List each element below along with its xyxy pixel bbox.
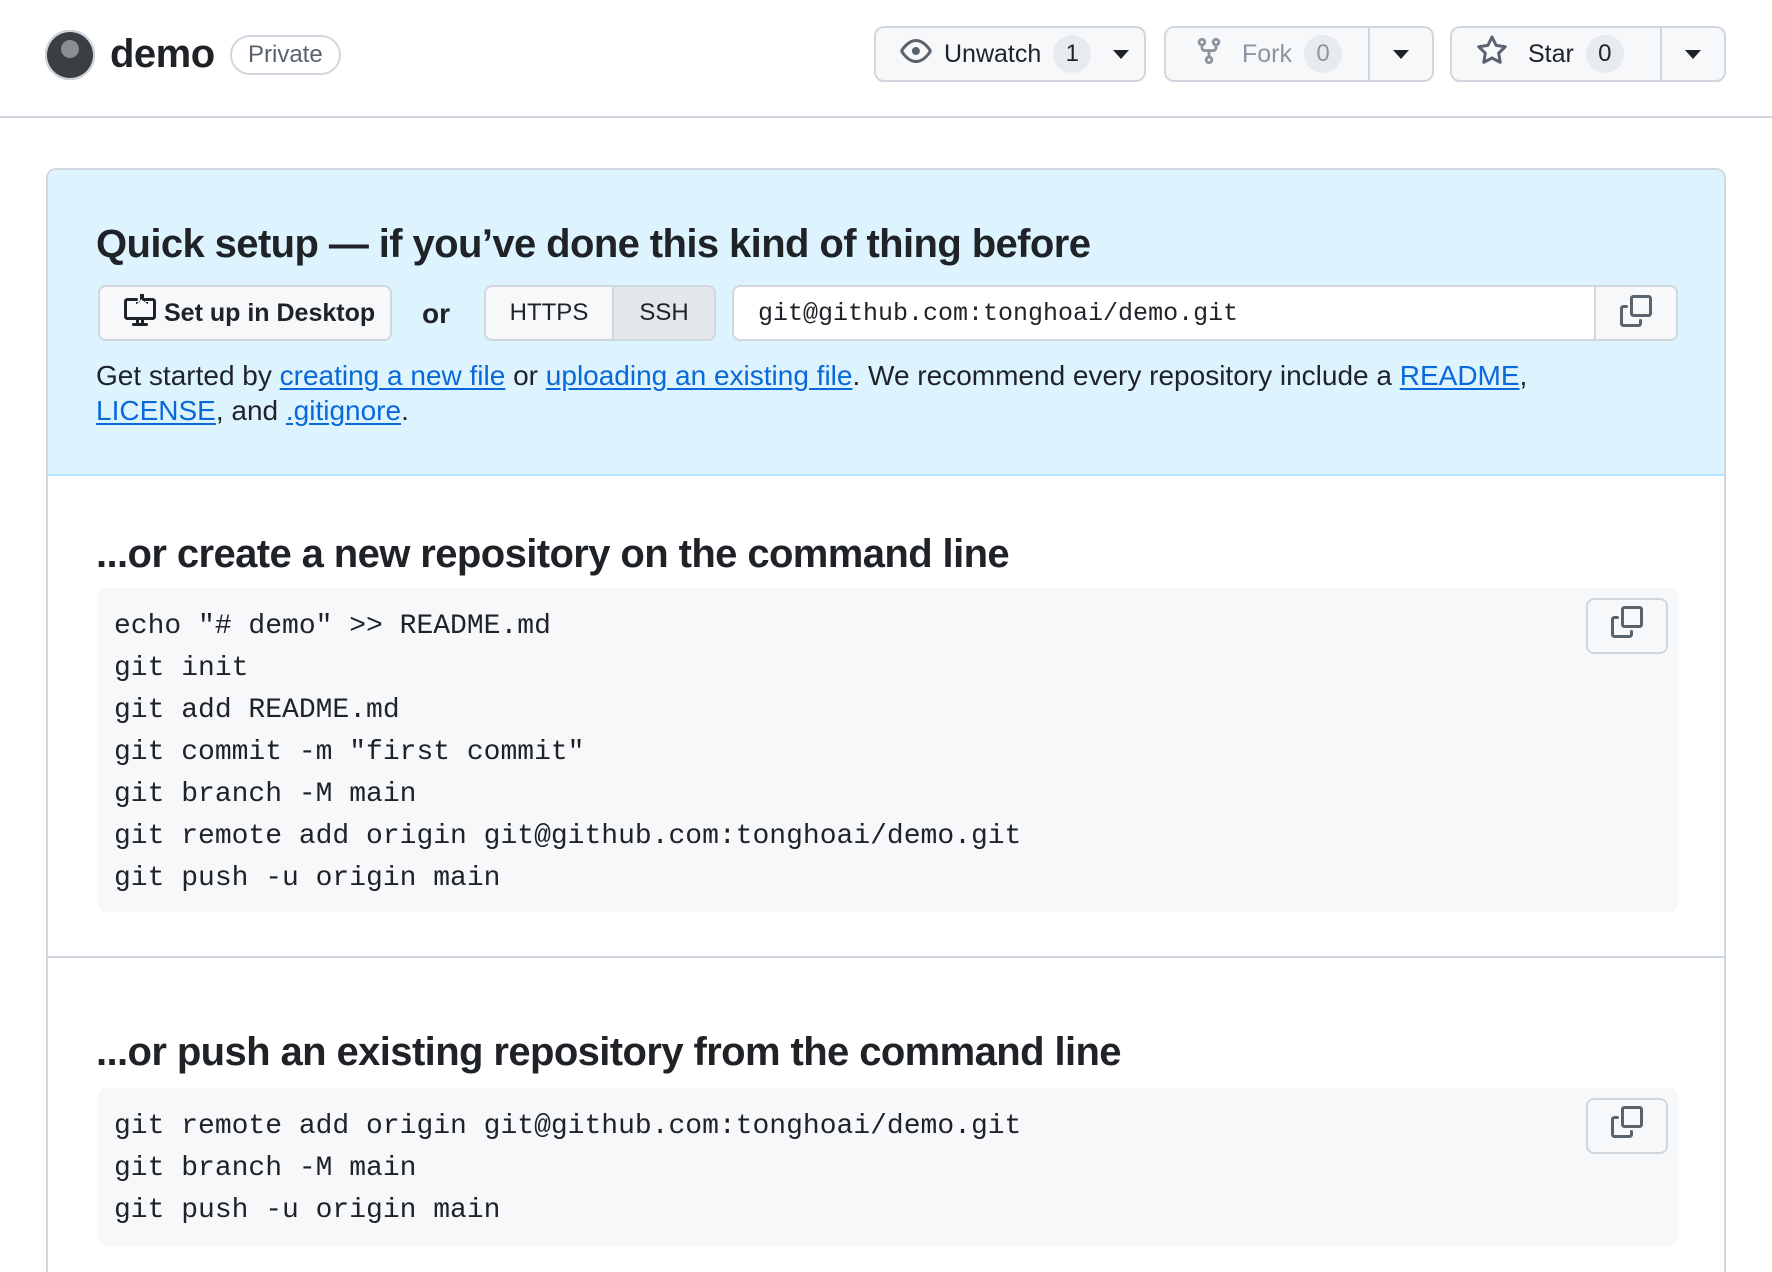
copy-push-commands-button[interactable] [1586, 1098, 1668, 1154]
desc-text: . [401, 395, 409, 426]
create-repo-code-block: echo "# demo" >> README.md git init git … [98, 588, 1678, 912]
push-repo-section: ...or push an existing repository from t… [48, 958, 1724, 1272]
setup-in-desktop-button[interactable]: Set up in Desktop [98, 285, 392, 341]
repo-header: demo Private Unwatch 1 Fork 0 Star 0 [0, 0, 1772, 118]
code-line: git add README.md [114, 695, 400, 726]
forks-count: 0 [1304, 35, 1342, 73]
quick-setup-title: Quick setup — if you’ve done this kind o… [96, 222, 1091, 266]
star-button-group: Star 0 [1450, 26, 1726, 82]
star-dropdown-button[interactable] [1660, 28, 1724, 80]
push-repo-title: ...or push an existing repository from t… [96, 1030, 1122, 1074]
visibility-badge: Private [230, 35, 341, 75]
code-line: git push -u origin main [114, 1195, 501, 1226]
code-line: git push -u origin main [114, 863, 501, 894]
fork-button[interactable]: Fork 0 [1166, 28, 1368, 80]
readme-link[interactable]: README [1400, 360, 1520, 391]
code-line: git init [114, 653, 249, 684]
code-line: git remote add origin git@github.com:ton… [114, 821, 1022, 852]
desc-text: . We recommend every repository include … [852, 360, 1400, 391]
unwatch-label: Unwatch [944, 39, 1042, 68]
clone-url-input[interactable] [734, 287, 1594, 339]
empty-repo-setup: Quick setup — if you’ve done this kind o… [46, 168, 1726, 1272]
chevron-down-icon [1113, 49, 1130, 59]
avatar[interactable] [45, 30, 95, 80]
upload-existing-file-link[interactable]: uploading an existing file [546, 360, 853, 391]
repo-forked-icon [1194, 36, 1224, 73]
create-repo-section: ...or create a new repository on the com… [48, 476, 1724, 958]
code-line: git branch -M main [114, 779, 417, 810]
desc-text: Get started by [96, 360, 280, 391]
repo-name[interactable]: demo [110, 32, 215, 77]
create-repo-title: ...or create a new repository on the com… [96, 532, 1010, 576]
chevron-down-icon [1393, 49, 1409, 59]
copy-create-commands-button[interactable] [1586, 598, 1668, 654]
desc-text: or [505, 360, 546, 391]
setup-in-desktop-label: Set up in Desktop [164, 298, 376, 327]
push-repo-code-block: git remote add origin git@github.com:ton… [98, 1088, 1678, 1246]
watchers-count: 1 [1053, 35, 1092, 73]
chevron-down-icon [1685, 49, 1701, 59]
copy-icon [1611, 1105, 1643, 1147]
quick-setup-panel: Quick setup — if you’ve done this kind o… [48, 170, 1724, 476]
unwatch-button[interactable]: Unwatch 1 [876, 28, 1149, 80]
eye-icon [900, 35, 932, 74]
desc-text: , and [215, 395, 286, 426]
stars-count: 0 [1585, 35, 1624, 73]
star-button[interactable]: Star 0 [1452, 28, 1660, 80]
fork-dropdown-button[interactable] [1368, 28, 1432, 80]
fork-label: Fork [1242, 39, 1292, 68]
protocol-selector: HTTPS SSH [484, 285, 716, 341]
copy-icon [1620, 294, 1652, 332]
fork-button-group: Fork 0 [1164, 26, 1434, 82]
code-line: git commit -m "first commit" [114, 737, 585, 768]
clone-url-group [732, 285, 1678, 341]
code-line: git remote add origin git@github.com:ton… [114, 1111, 1022, 1142]
code-line: git branch -M main [114, 1153, 417, 1184]
tab-ssh[interactable]: SSH [614, 287, 714, 339]
desc-text: , [1519, 360, 1528, 391]
tab-https[interactable]: HTTPS [486, 287, 614, 339]
quick-setup-description: Get started by creating a new file or up… [96, 358, 1656, 428]
unwatch-button-group: Unwatch 1 [874, 26, 1146, 82]
gitignore-link[interactable]: .gitignore [286, 395, 401, 426]
star-label: Star [1528, 39, 1574, 68]
desktop-download-icon [124, 293, 156, 333]
copy-clone-url-button[interactable] [1594, 287, 1676, 339]
star-icon [1476, 35, 1508, 74]
creating-new-file-link[interactable]: creating a new file [280, 360, 506, 391]
license-link[interactable]: LICENSE [96, 395, 216, 426]
copy-icon [1611, 605, 1643, 647]
or-separator: or [422, 298, 450, 329]
code-line: echo "# demo" >> README.md [114, 611, 551, 642]
